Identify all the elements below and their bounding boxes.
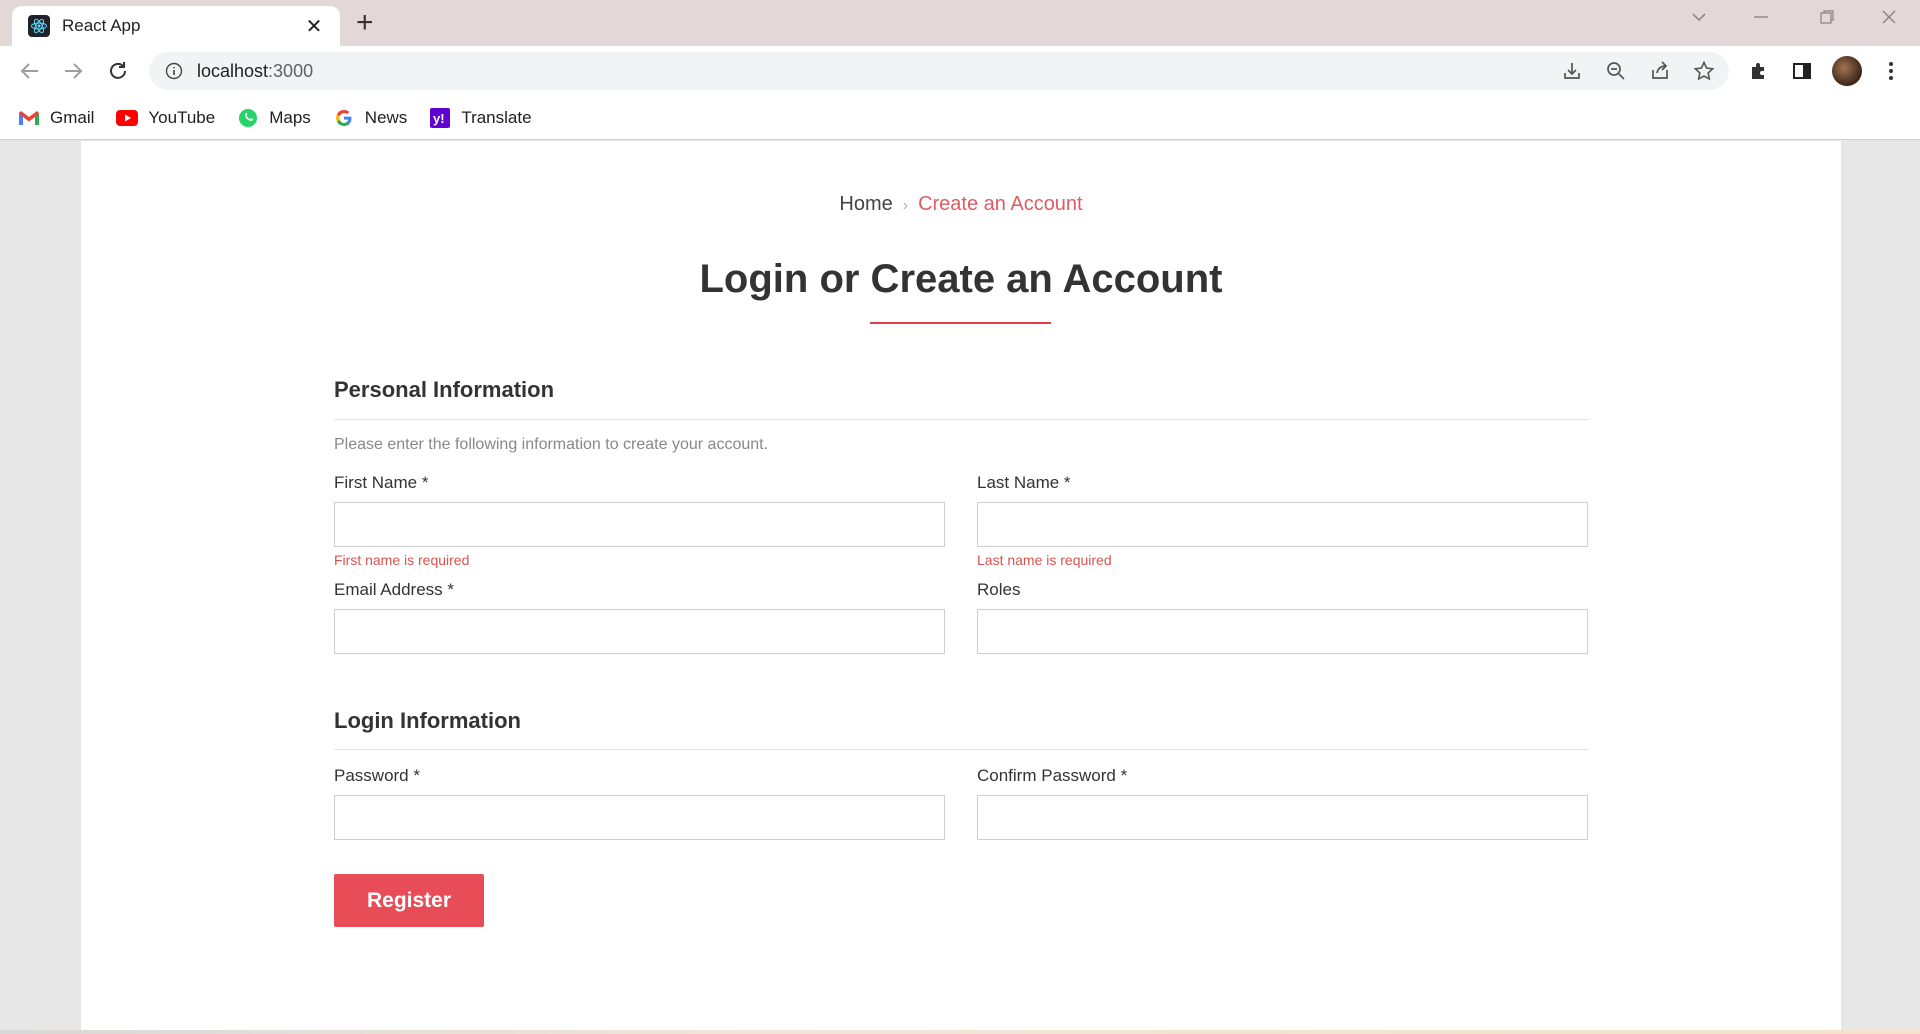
bookmark-news[interactable]: News [333, 107, 408, 128]
yahoo-icon: y! [429, 107, 451, 128]
breadcrumb-current: Create an Account [918, 193, 1083, 215]
breadcrumb-separator: › [902, 197, 909, 214]
bookmark-label: News [364, 107, 408, 127]
gmail-icon [18, 109, 40, 127]
breadcrumb: Home › Create an Account [81, 193, 1841, 216]
section-divider [334, 749, 1589, 750]
react-icon [28, 15, 50, 37]
title-underline [870, 322, 1051, 324]
browser-toolbar: localhost:3000 [0, 46, 1920, 96]
side-panel-icon[interactable] [1789, 58, 1815, 84]
url-host: localhost [197, 60, 269, 81]
more-menu-icon[interactable] [1878, 58, 1904, 84]
first-name-label: First Name * [334, 473, 429, 492]
forward-icon[interactable] [58, 56, 88, 86]
maps-icon [237, 108, 259, 127]
roles-label: Roles [977, 580, 1021, 599]
confirm-password-label: Confirm Password * [977, 766, 1128, 785]
address-bar[interactable]: localhost:3000 [149, 52, 1729, 90]
info-icon[interactable] [165, 62, 183, 80]
bookmark-maps[interactable]: Maps [237, 108, 311, 128]
register-button[interactable]: Register [334, 874, 484, 927]
restore-icon[interactable] [1818, 8, 1836, 32]
bookmark-label: Maps [269, 107, 311, 127]
last-name-label: Last Name * [977, 473, 1071, 492]
back-icon[interactable] [15, 56, 45, 86]
extensions-icon[interactable] [1746, 58, 1772, 84]
bookmark-label: Gmail [50, 107, 95, 127]
share-icon[interactable] [1649, 60, 1671, 82]
bookmarks-bar: Gmail YouTube Maps News y! Translate [0, 96, 1920, 140]
install-icon[interactable] [1561, 60, 1583, 82]
confirm-password-input[interactable] [977, 795, 1588, 840]
bookmark-gmail[interactable]: Gmail [18, 108, 94, 128]
password-input[interactable] [334, 795, 945, 840]
minimize-icon[interactable] [1752, 8, 1770, 32]
roles-input[interactable] [977, 609, 1588, 654]
first-name-input[interactable] [334, 502, 945, 547]
bookmark-translate[interactable]: y! Translate [429, 107, 532, 128]
youtube-icon [116, 109, 139, 127]
google-news-icon [333, 109, 355, 127]
close-tab-icon[interactable]: ✕ [302, 14, 326, 39]
login-info-heading: Login Information [334, 708, 521, 733]
tab-title: React App [62, 16, 141, 35]
tab-strip: React App ✕ + [0, 0, 1920, 46]
svg-text:y!: y! [433, 111, 445, 126]
email-label: Email Address * [334, 580, 454, 599]
close-window-icon[interactable] [1880, 8, 1898, 32]
last-name-error: Last name is required [977, 552, 1112, 568]
first-name-error: First name is required [334, 552, 470, 568]
bookmark-youtube[interactable]: YouTube [116, 108, 215, 128]
bookmark-label: Translate [461, 107, 532, 127]
tab-search-icon[interactable] [1690, 8, 1708, 32]
zoom-out-icon[interactable] [1605, 60, 1627, 82]
personal-info-heading: Personal Information [334, 377, 555, 402]
bookmark-star-icon[interactable] [1693, 60, 1715, 82]
new-tab-button[interactable]: + [356, 8, 374, 38]
bookmark-label: YouTube [148, 107, 216, 127]
url-text[interactable]: localhost:3000 [197, 61, 313, 82]
last-name-input[interactable] [977, 502, 1588, 547]
password-label: Password * [334, 766, 420, 785]
page-container: Home › Create an Account Login or Create a… [81, 141, 1841, 1034]
intro-text: Please enter the following information t… [334, 436, 769, 453]
page-bottom-edge [0, 1030, 1920, 1034]
email-input[interactable] [334, 609, 945, 654]
url-port: :3000 [268, 60, 314, 81]
breadcrumb-home-link[interactable]: Home [839, 193, 892, 215]
reload-icon[interactable] [103, 56, 133, 86]
section-divider [334, 419, 1589, 420]
page-title: Login or Create an Account [699, 257, 1223, 301]
profile-avatar[interactable] [1832, 56, 1862, 86]
browser-tab[interactable]: React App ✕ [12, 6, 340, 46]
